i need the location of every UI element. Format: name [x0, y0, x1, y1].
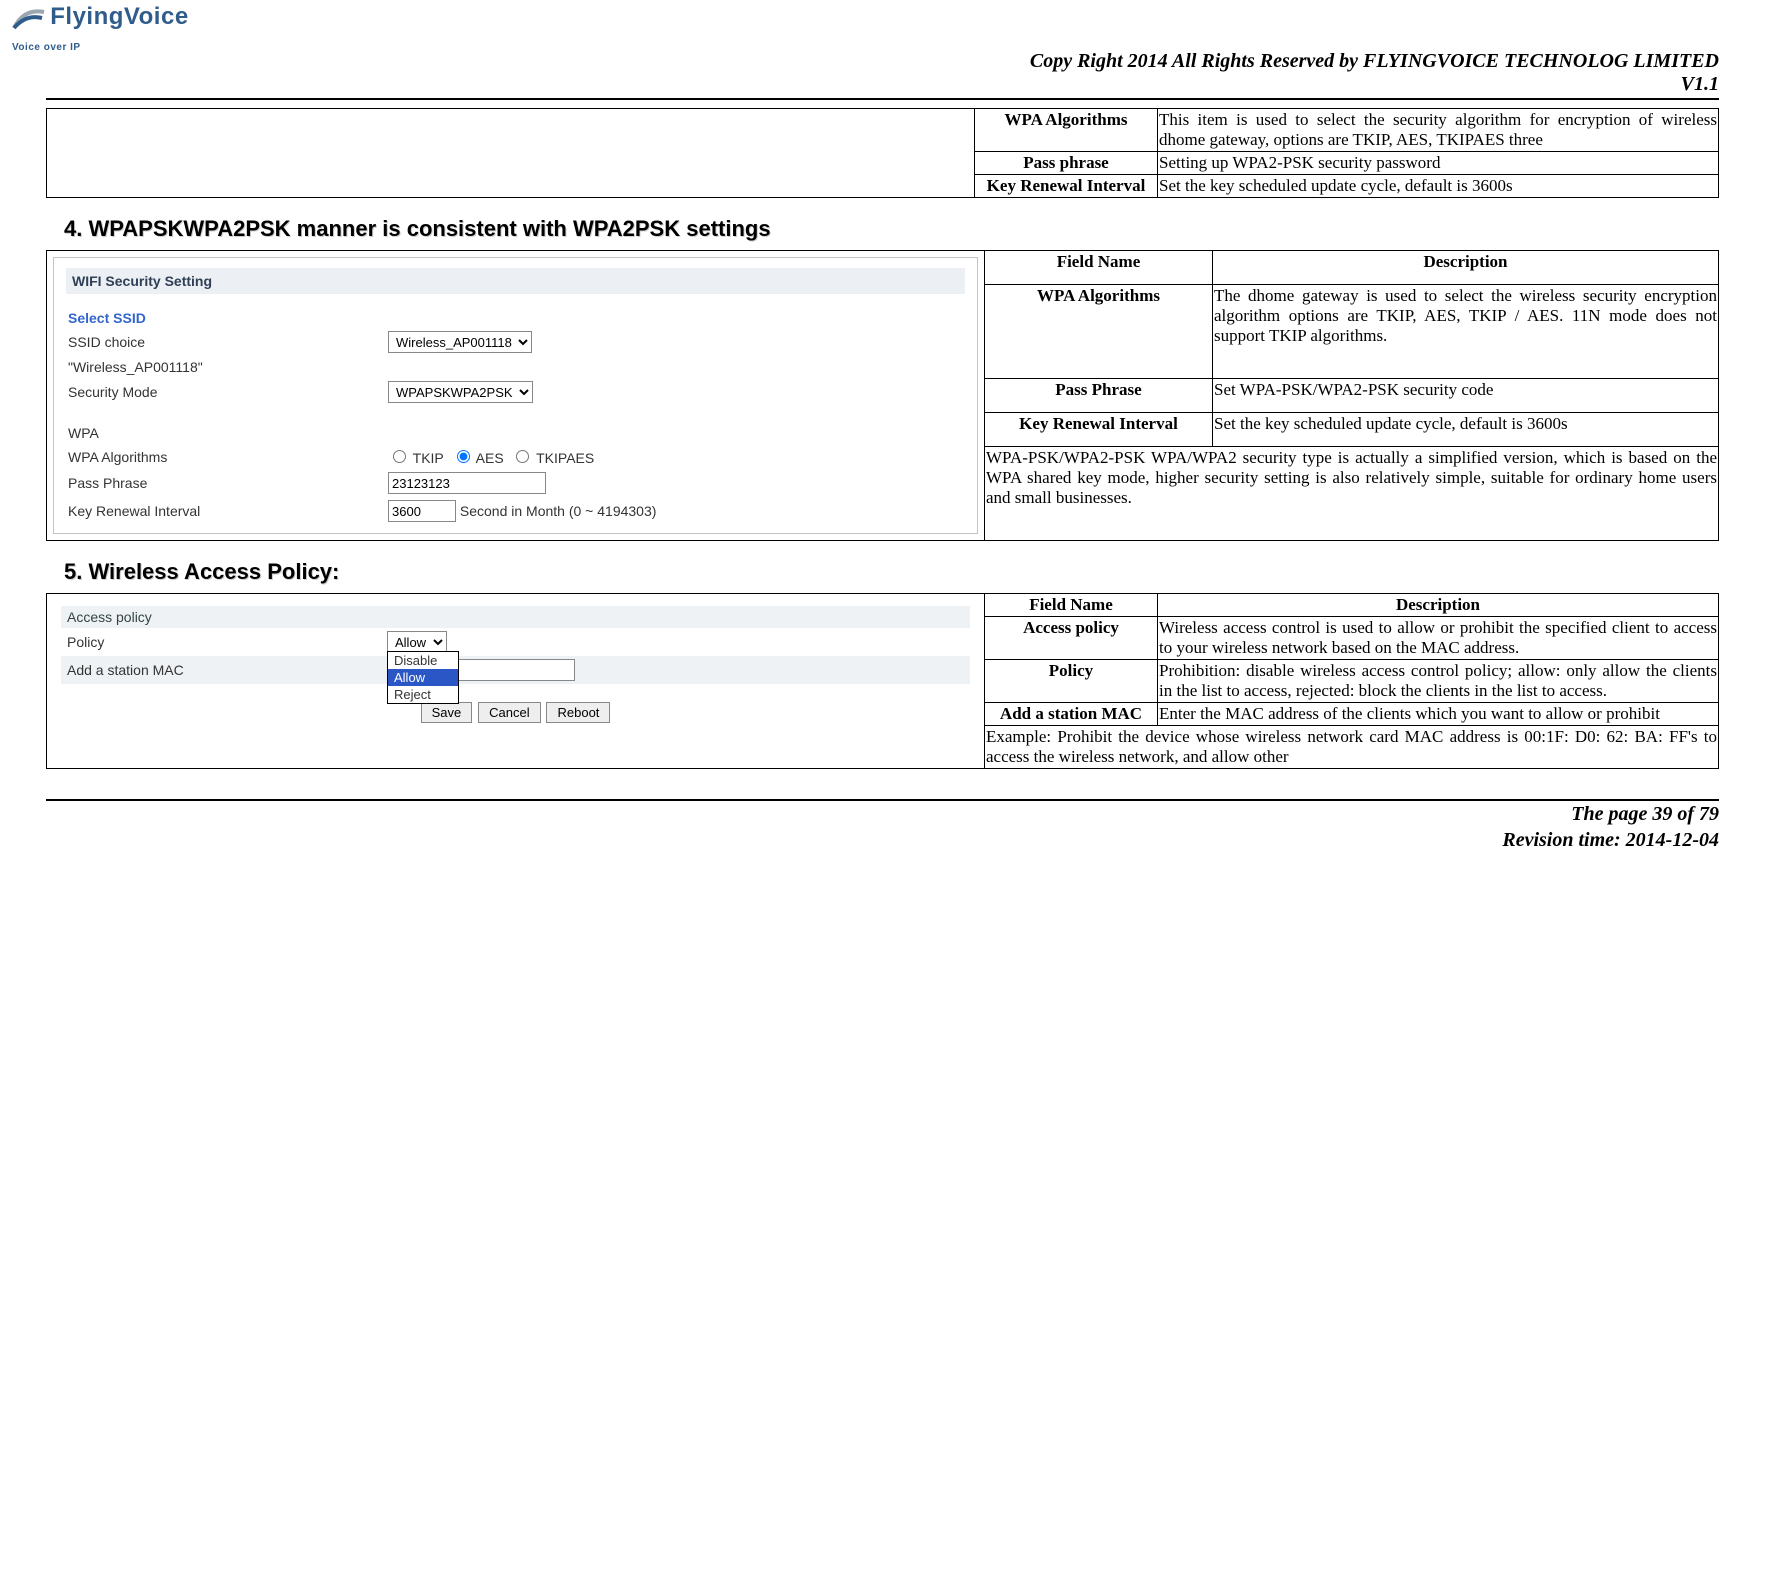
logo-tagline: Voice over IP: [12, 42, 81, 53]
t1-desc-2: Set the key scheduled update cycle, defa…: [1158, 175, 1719, 198]
policy-select[interactable]: Allow: [387, 631, 447, 653]
s4-hdr-desc: Description: [1213, 251, 1719, 285]
station-mac-input[interactable]: [457, 659, 575, 681]
policy-opt-disable[interactable]: Disable: [388, 652, 458, 669]
sec4-ssid-choice-label: SSID choice: [68, 334, 388, 350]
sec4-renew-label: Key Renewal Interval: [68, 503, 388, 519]
sec4-mode-label: Security Mode: [68, 384, 388, 400]
sec4-shot-title: WIFI Security Setting: [66, 268, 965, 294]
s4-desc-1: Set WPA-PSK/WPA2-PSK security code: [1213, 378, 1719, 412]
alg-tkipaes-radio[interactable]: TKIPAES: [511, 447, 594, 466]
s5-desc-1: Prohibition: disable wireless access con…: [1158, 660, 1719, 703]
policy-opt-allow[interactable]: Allow: [388, 669, 458, 686]
header-copyright: Copy Right 2014 All Rights Reserved by F…: [46, 50, 1719, 73]
logo: FlyingVoice Voice over IP: [12, 4, 189, 54]
s5-desc-2: Enter the MAC address of the clients whi…: [1158, 703, 1719, 726]
t1-field-1: Pass phrase: [975, 152, 1158, 175]
alg-tkip-radio[interactable]: TKIP: [388, 447, 444, 466]
sec4-ssid-head: Select SSID: [62, 304, 969, 328]
sec5-mac-label: Add a station MAC: [67, 662, 387, 678]
key-renewal-input[interactable]: [388, 500, 456, 522]
table-wpa2psk: WPA Algorithms This item is used to sele…: [46, 108, 1719, 198]
t1-field-0: WPA Algorithms: [975, 109, 1158, 152]
s4-field-2: Key Renewal Interval: [985, 413, 1213, 447]
s4-hdr-field: Field Name: [985, 251, 1213, 285]
s4-field-0: WPA Algorithms: [985, 285, 1213, 379]
policy-opt-reject[interactable]: Reject: [388, 686, 458, 703]
header-divider: [46, 98, 1719, 100]
reboot-button[interactable]: Reboot: [546, 702, 610, 723]
s5-desc-0: Wireless access control is used to allow…: [1158, 617, 1719, 660]
s5-field-0: Access policy: [985, 617, 1158, 660]
s5-note: Example: Prohibit the device whose wirel…: [985, 726, 1719, 769]
header-version: V1.1: [46, 73, 1719, 96]
logo-name: FlyingVoice: [50, 3, 188, 30]
t1-field-2: Key Renewal Interval: [975, 175, 1158, 198]
section5-heading: 5. Wireless Access Policy:: [64, 559, 1719, 585]
sec4-wpa-head: WPA: [68, 425, 99, 441]
policy-dropdown-open[interactable]: Disable Allow Reject: [387, 651, 459, 704]
t1-desc-1: Setting up WPA2-PSK security password: [1158, 152, 1719, 175]
section4-combo: WIFI Security Setting Select SSID SSID c…: [46, 250, 1719, 541]
sec4-alg-label: WPA Algorithms: [68, 449, 388, 465]
s4-desc-2: Set the key scheduled update cycle, defa…: [1213, 413, 1719, 447]
save-button[interactable]: Save: [421, 702, 473, 723]
pass-phrase-input[interactable]: [388, 472, 546, 494]
section4-heading: 4. WPAPSKWPA2PSK manner is consistent wi…: [64, 216, 1719, 242]
s5-hdr-desc: Description: [1158, 594, 1719, 617]
s4-desc-0: The dhome gateway is used to select the …: [1213, 285, 1719, 379]
section5-combo: Access policy Policy Allow Disable Allow: [46, 593, 1719, 769]
sec5-shot-title: Access policy: [67, 609, 152, 625]
sec4-ssid-quoted: "Wireless_AP001118": [68, 359, 203, 375]
s4-field-1: Pass Phrase: [985, 378, 1213, 412]
sec5-shot: Access policy Policy Allow Disable Allow: [53, 600, 978, 731]
s5-field-1: Policy: [985, 660, 1158, 703]
sec4-shot: WIFI Security Setting Select SSID SSID c…: [53, 257, 978, 534]
security-mode-select[interactable]: WPAPSKWPA2PSK: [388, 381, 533, 403]
logo-swoosh-icon: [12, 4, 46, 36]
t1-desc-0: This item is used to select the security…: [1158, 109, 1719, 152]
footer-page: The page 39 of 79: [46, 801, 1719, 827]
sec4-renew-suffix: Second in Month (0 ~ 4194303): [460, 503, 657, 519]
s5-hdr-field: Field Name: [985, 594, 1158, 617]
cancel-button[interactable]: Cancel: [478, 702, 540, 723]
s4-note: WPA-PSK/WPA2-PSK WPA/WPA2 security type …: [985, 447, 1719, 541]
alg-aes-radio[interactable]: AES: [452, 447, 504, 466]
sec5-policy-label: Policy: [67, 634, 387, 650]
ssid-choice-select[interactable]: Wireless_AP001118: [388, 331, 532, 353]
footer-revision: Revision time: 2014-12-04: [46, 827, 1719, 853]
s5-field-2: Add a station MAC: [985, 703, 1158, 726]
sec4-pass-label: Pass Phrase: [68, 475, 388, 491]
